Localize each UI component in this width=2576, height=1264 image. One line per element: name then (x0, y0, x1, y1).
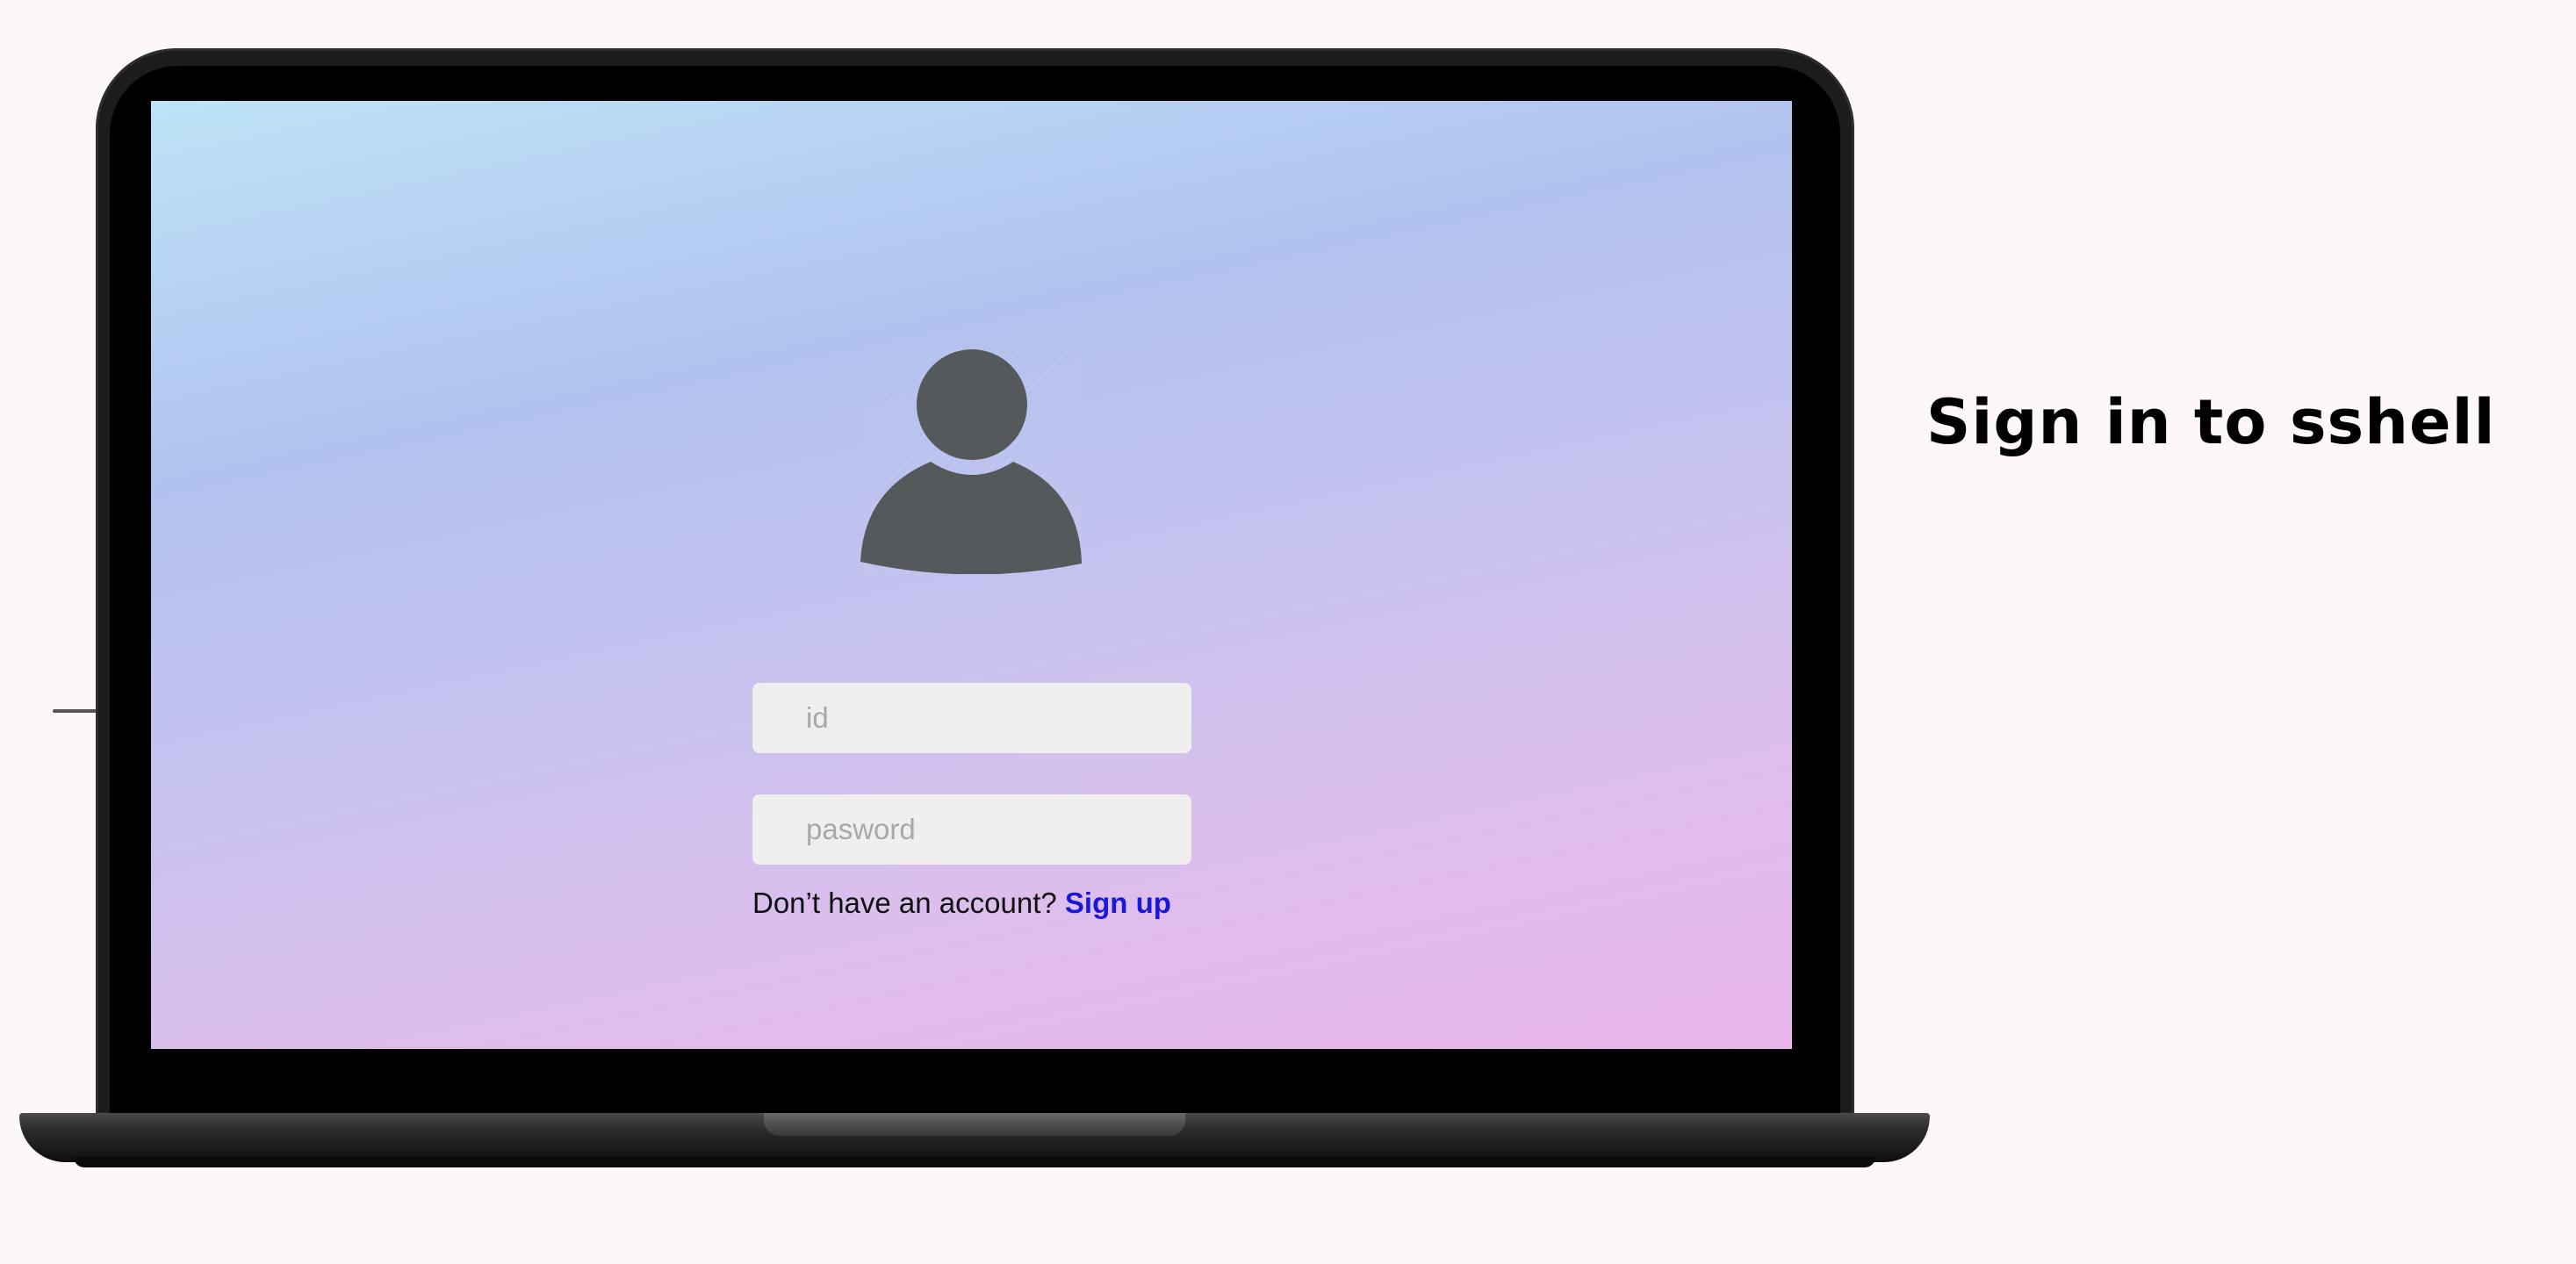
signup-prompt: Don’t have an account? (752, 887, 1065, 919)
laptop-side-edge (53, 709, 97, 713)
id-input[interactable] (752, 683, 1191, 753)
user-icon (860, 349, 1083, 574)
laptop-hinge-notch (764, 1113, 1185, 1136)
signup-link[interactable]: Sign up (1065, 887, 1171, 919)
laptop-foot (74, 1157, 1875, 1167)
page-title: Sign in to sshell (1926, 386, 2496, 458)
signup-row: Don’t have an account? Sign up (752, 887, 1171, 920)
password-input[interactable] (752, 794, 1191, 865)
page: Don’t have an account? Sign up Sign in t… (0, 0, 2576, 1264)
laptop-screen: Don’t have an account? Sign up (151, 101, 1792, 1049)
